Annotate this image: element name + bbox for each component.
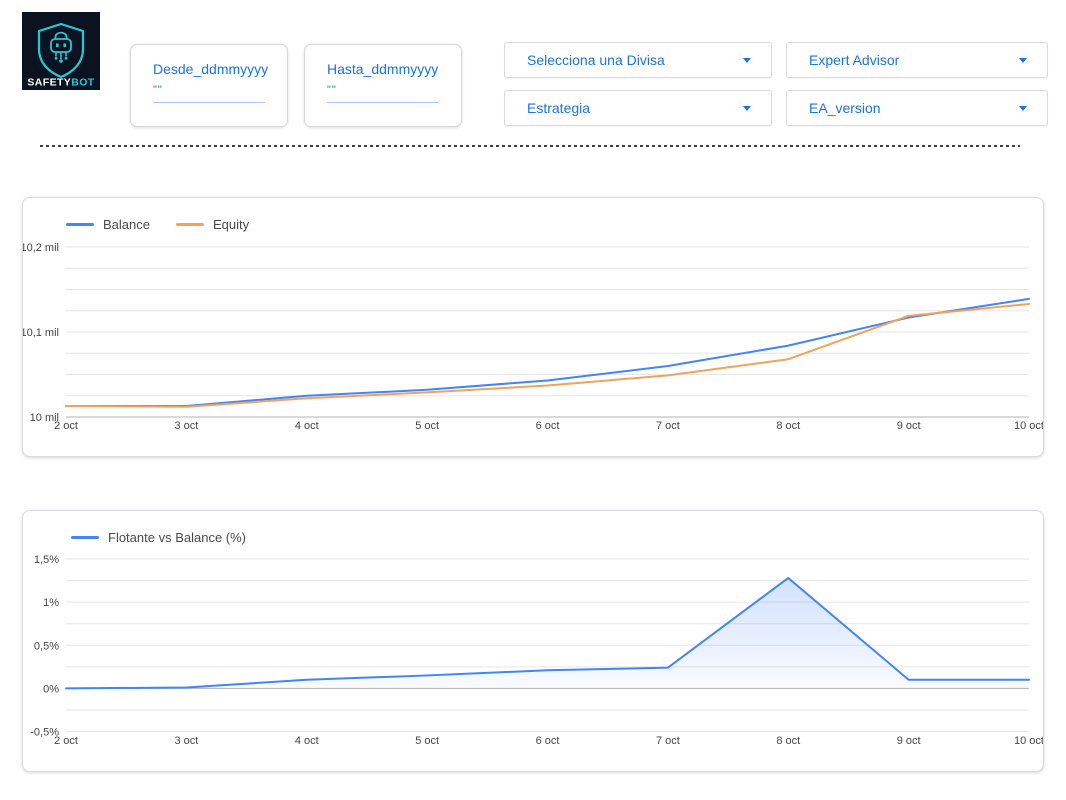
date-input-desde-value[interactable]: "" bbox=[153, 85, 265, 96]
area-fill bbox=[66, 577, 1029, 689]
series-line-equity bbox=[65, 302, 1030, 408]
flotante-legend-swatch bbox=[71, 536, 99, 539]
equity-legend-swatch bbox=[175, 223, 204, 226]
x-axis-tick-label: 9 oct bbox=[897, 735, 921, 747]
balance-legend-swatch bbox=[66, 223, 94, 226]
y-axis-tick-label: 0% bbox=[43, 683, 59, 695]
dropdown-ea-version[interactable]: EA_version bbox=[786, 90, 1048, 126]
circuit-dot-left bbox=[54, 56, 58, 60]
chevron-down-icon bbox=[1019, 57, 1027, 63]
legend-label-equity: Equity bbox=[212, 217, 250, 232]
input-underline bbox=[153, 102, 265, 103]
chart-legend: Flotante vs Balance (%) bbox=[71, 530, 246, 545]
dropdown-divisa[interactable]: Selecciona una Divisa bbox=[504, 42, 772, 78]
y-axis-tick-label: 10,2 mil bbox=[23, 242, 59, 254]
x-axis-tick-label: 9 oct bbox=[897, 420, 921, 432]
balance-equity-line-chart: 10 mil10,1 mil10,2 mil2 oct 3 oct 4 oct 5 o… bbox=[23, 242, 1043, 432]
x-axis-tick-label: 7 oct bbox=[656, 420, 680, 432]
legend-label-balance: Balance bbox=[103, 217, 150, 232]
x-axis-tick-label: 6 oct bbox=[536, 735, 560, 747]
x-axis-tick-label: 5 oct bbox=[415, 735, 439, 747]
flotante-chart-card: Flotante vs Balance (%) -0,5% 0% 0,5% 1% 1,5… bbox=[22, 510, 1044, 772]
dropdown-estrategia-label: Estrategia bbox=[527, 100, 591, 116]
chevron-down-icon bbox=[743, 105, 751, 111]
x-axis-tick-label: 7 oct bbox=[656, 735, 680, 747]
input-underline bbox=[327, 102, 439, 103]
legend-label-flotante: Flotante vs Balance (%) bbox=[108, 530, 247, 545]
date-input-hasta[interactable]: Hasta_ddmmyyyy "" bbox=[304, 44, 462, 127]
y-axis-tick-label: 10,1 mil bbox=[23, 327, 59, 339]
safetybot-logo: SAFETYBOT bbox=[22, 12, 100, 90]
robot-eye-right bbox=[63, 43, 66, 48]
x-axis-tick-label: 6 oct bbox=[536, 420, 560, 432]
x-axis-tick-label: 2 oct bbox=[54, 420, 78, 432]
x-axis-tick-label: 5 oct bbox=[415, 420, 439, 432]
x-axis-tick-label: 4 oct bbox=[295, 735, 319, 747]
dropdown-expert-advisor[interactable]: Expert Advisor bbox=[786, 42, 1048, 78]
logo-text-safety: SAFETY bbox=[27, 77, 71, 89]
filter-dropdowns: Selecciona una Divisa Expert Advisor Est… bbox=[504, 42, 1048, 126]
y-axis-tick-label: 1,5% bbox=[34, 554, 59, 566]
shield-robot-icon: SAFETYBOT bbox=[22, 12, 100, 90]
chart-legend: Balance Equity bbox=[66, 217, 249, 232]
x-axis-tick-label: 8 oct bbox=[776, 420, 800, 432]
date-input-desde-label: Desde_ddmmyyyy bbox=[153, 61, 269, 77]
x-axis-tick-label: 4 oct bbox=[295, 420, 319, 432]
dashed-divider bbox=[40, 145, 1020, 147]
legend-item-balance: Balance bbox=[66, 217, 150, 232]
y-axis-tick-label: 0,5% bbox=[34, 640, 59, 652]
series-line-balance bbox=[65, 297, 1030, 407]
date-input-hasta-value[interactable]: "" bbox=[327, 85, 439, 96]
balance-equity-chart-card: Balance Equity 10 mil 10,1 mil 10,2 mil 2 o… bbox=[22, 197, 1044, 457]
flotante-area-chart: -0,5%0%0,5%1%1,5%2 oct 3 oct 4 oct 5 oct 6 o… bbox=[30, 554, 1043, 747]
dropdown-estrategia[interactable]: Estrategia bbox=[504, 90, 772, 126]
logo-text-bot: BOT bbox=[71, 77, 95, 89]
safetybot-dashboard: SAFETYBOT Desde_ddmmyyyy "" Hasta_ddmmyy… bbox=[0, 0, 1066, 800]
chevron-down-icon bbox=[743, 57, 751, 63]
x-axis-tick-label: 10 oct bbox=[1014, 420, 1043, 432]
date-input-hasta-label: Hasta_ddmmyyyy bbox=[327, 61, 439, 77]
date-input-desde[interactable]: Desde_ddmmyyyy "" bbox=[130, 44, 288, 127]
chevron-down-icon bbox=[1019, 105, 1027, 111]
x-axis-tick-label: 8 oct bbox=[776, 735, 800, 747]
circuit-dot-center bbox=[59, 59, 63, 63]
x-axis-tick-label: 10 oct bbox=[1014, 735, 1043, 747]
x-axis-tick-label: 3 oct bbox=[174, 420, 198, 432]
dropdown-expert-advisor-label: Expert Advisor bbox=[809, 52, 900, 68]
legend-item-equity: Equity bbox=[175, 217, 250, 232]
robot-eye-left bbox=[56, 43, 59, 48]
x-axis-tick-label: 2 oct bbox=[54, 735, 78, 747]
dropdown-divisa-label: Selecciona una Divisa bbox=[527, 52, 665, 68]
x-axis-tick-label: 3 oct bbox=[174, 735, 198, 747]
y-axis-tick-label: 1% bbox=[43, 597, 59, 609]
circuit-dot-right bbox=[64, 56, 68, 60]
dropdown-ea-version-label: EA_version bbox=[809, 100, 881, 116]
logo-wordmark: SAFETYBOT bbox=[27, 77, 94, 89]
legend-item-flotante: Flotante vs Balance (%) bbox=[71, 530, 246, 545]
